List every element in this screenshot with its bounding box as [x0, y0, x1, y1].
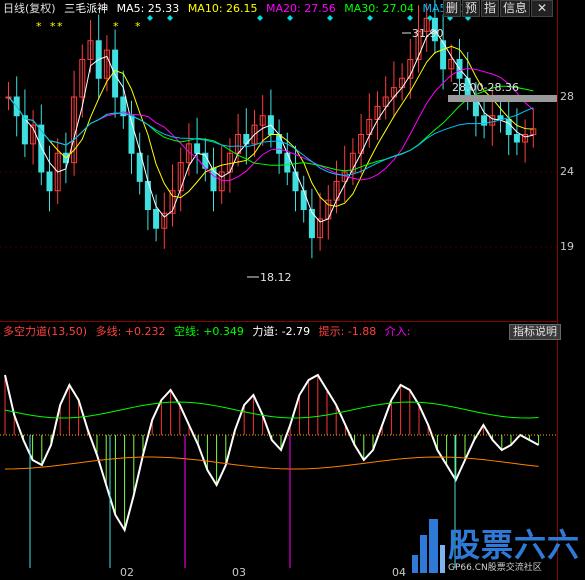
- price-tick: 24: [560, 165, 574, 178]
- candle-body: [308, 209, 315, 239]
- watermark-subtitle: GP66.CN股票交流社区: [448, 563, 542, 573]
- star-marker: *: [135, 20, 141, 33]
- price-axis: [557, 0, 585, 580]
- candle-body: [153, 209, 160, 229]
- indicator-help-button[interactable]: 指标说明: [509, 324, 561, 340]
- star-marker: *: [113, 20, 119, 33]
- indicator-header: 多空力道(13,50) 多线: +0.232 空线: +0.349 力道: -2…: [3, 324, 415, 340]
- chart-header: 日线(复权) 三毛派神 MA5: 25.33 MA10: 26.15 MA20:…: [3, 1, 480, 17]
- candle-body: [300, 190, 307, 210]
- candle-body: [194, 143, 201, 154]
- indicator-button[interactable]: 指: [481, 0, 500, 17]
- star-marker: *: [50, 20, 56, 33]
- hint-label: 提示: -1.88: [318, 325, 377, 338]
- star-marker: *: [57, 20, 63, 33]
- short-line-label: 空线: +0.349: [174, 325, 244, 338]
- ma30-label: MA30: 27.04: [344, 2, 414, 15]
- entry-label: 介入:: [384, 325, 411, 338]
- ma5-label: MA5: 25.33: [116, 2, 180, 15]
- date-tick: 02: [120, 566, 134, 579]
- high-annotation: 31.90: [412, 27, 444, 40]
- ma20-label: MA20: 27.56: [266, 2, 336, 15]
- price-tick: 19: [560, 240, 574, 253]
- low-annotation: 18.12: [260, 271, 292, 284]
- force-label: 力道: -2.79: [252, 325, 311, 338]
- range-annotation: 28.00-28.36: [452, 81, 519, 94]
- date-tick: 03: [232, 566, 246, 579]
- price-tick: 28: [560, 90, 574, 103]
- indicator-name: 多空力道(13,50): [3, 325, 88, 338]
- range-marker: [448, 95, 557, 102]
- candle-body: [21, 115, 28, 145]
- close-icon[interactable]: ✕: [531, 0, 554, 17]
- candle-body: [46, 171, 53, 192]
- info-button[interactable]: 信息: [500, 0, 531, 17]
- toolbar: 删 预 指 信息 ✕: [442, 0, 554, 17]
- stock-name: 三毛派神: [64, 2, 109, 15]
- ma10-label: MA10: 26.15: [187, 2, 258, 15]
- star-marker: *: [36, 20, 42, 33]
- delete-button[interactable]: 删: [443, 0, 462, 17]
- forecast-button[interactable]: 预: [462, 0, 481, 17]
- long-line-label: 多线: +0.232: [95, 325, 166, 338]
- period-label[interactable]: 日线(复权): [3, 2, 56, 15]
- candle-body: [513, 134, 520, 143]
- date-tick: 04: [392, 566, 406, 579]
- candle-body: [505, 119, 512, 135]
